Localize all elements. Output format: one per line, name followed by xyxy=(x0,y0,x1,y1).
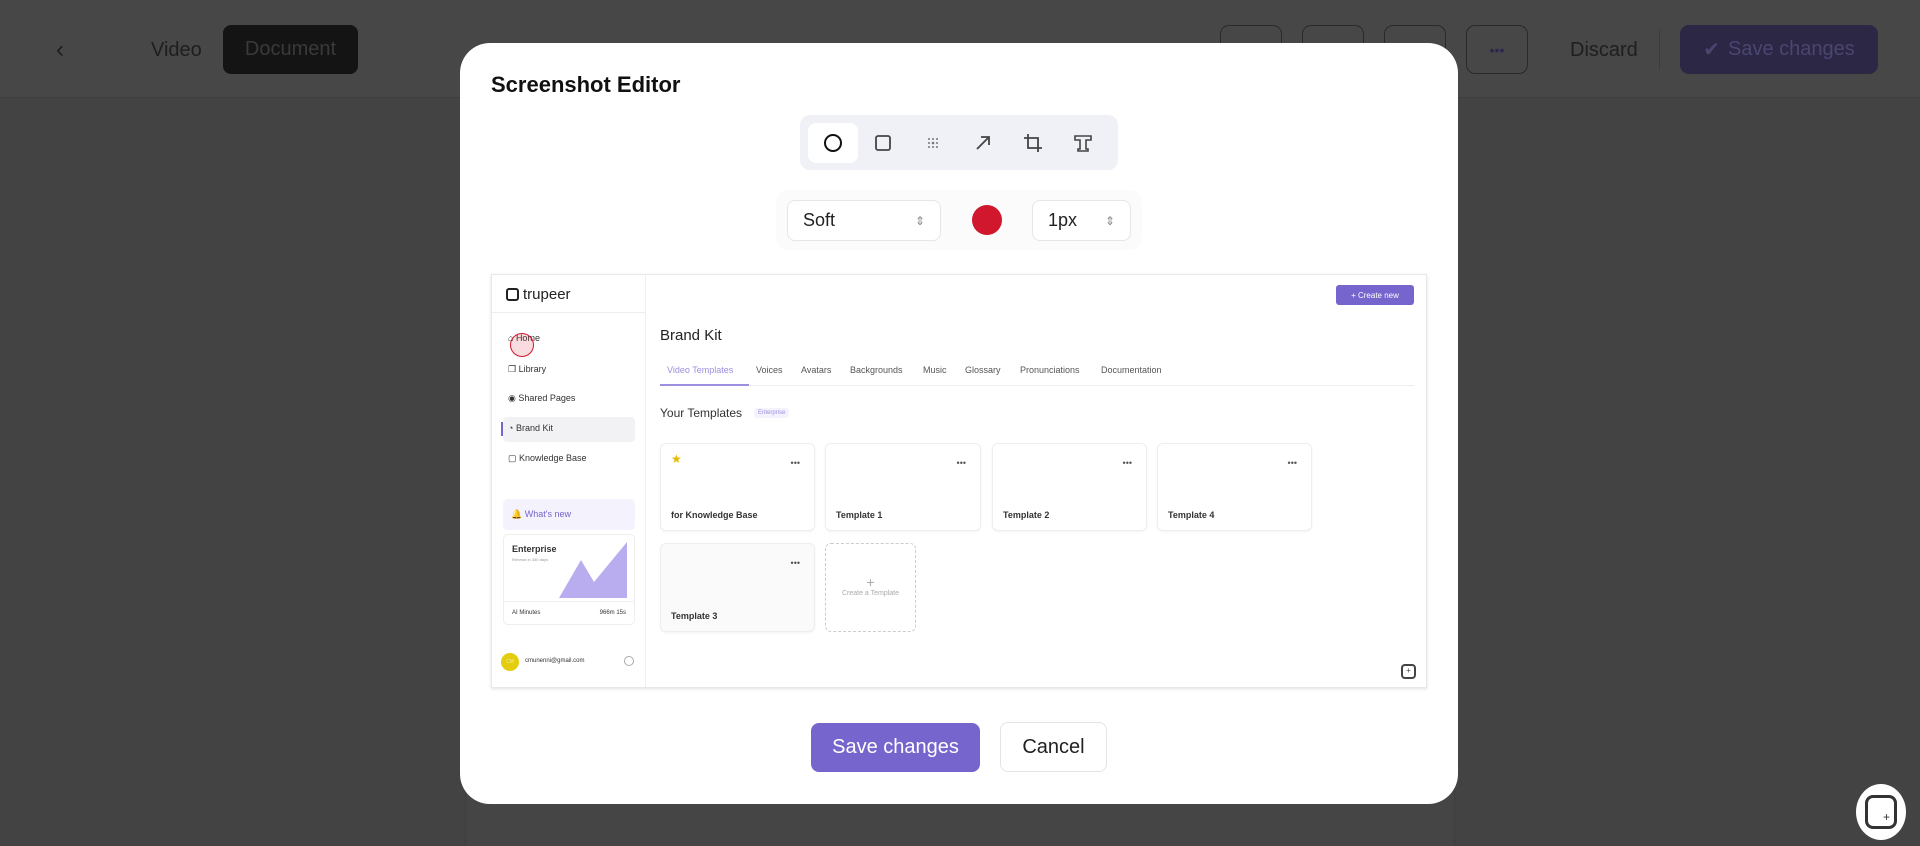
chevron-up-down-icon: ⇕ xyxy=(1104,213,1115,228)
create-template-label: Create a Template xyxy=(841,590,900,597)
tab-document[interactable]: Document xyxy=(223,25,358,74)
style-select-value: Soft xyxy=(803,210,836,230)
nav-label: Library xyxy=(518,364,547,374)
template-title: Template 2 xyxy=(1003,510,1050,520)
save-changes-button[interactable]: Save changes xyxy=(811,723,980,772)
sidebar-item-library[interactable]: ❐ Library xyxy=(508,364,546,375)
star-icon: ★ xyxy=(671,452,682,466)
page-title: Brand Kit xyxy=(660,327,722,344)
square-icon xyxy=(875,134,891,151)
nav-label: Shared Pages xyxy=(518,393,576,403)
sidebar: trupeer ⌂ Home ❐ Library ◉ Shared Pages … xyxy=(492,275,646,687)
nav-label: Brand Kit xyxy=(515,423,553,433)
plan-subtitle: Renews in 330 days xyxy=(512,557,549,562)
sidebar-item-brand-kit[interactable]: ◔ Brand Kit xyxy=(508,423,553,433)
tab-avatars[interactable]: Avatars xyxy=(801,365,831,375)
tab-pronunciations[interactable]: Pronunciations xyxy=(1020,365,1080,375)
more-horizontal-icon[interactable]: ••• xyxy=(1466,25,1528,74)
annotation-toolbar xyxy=(800,115,1118,170)
template-card[interactable]: ••• Template 1 xyxy=(825,443,981,531)
screenshot-canvas[interactable]: trupeer ⌂ Home ❐ Library ◉ Shared Pages … xyxy=(491,274,1427,688)
usage-chart xyxy=(559,542,627,598)
template-card[interactable]: ★ ••• for Knowledge Base xyxy=(660,443,815,531)
divider xyxy=(492,312,646,313)
rectangle-tool[interactable] xyxy=(858,123,908,163)
logo-icon xyxy=(506,288,519,301)
discard-button[interactable]: Discard xyxy=(1570,39,1638,62)
plan-card: Enterprise Renews in 330 days AI Minutes… xyxy=(503,534,635,625)
template-card[interactable]: ••• Template 3 xyxy=(660,543,815,632)
text-icon xyxy=(1074,134,1092,152)
section-title: Your Templates xyxy=(660,406,743,420)
create-template-card[interactable]: + Create a Template xyxy=(825,543,916,632)
avatar[interactable]: CM xyxy=(501,653,519,671)
template-card[interactable]: ••• Template 2 xyxy=(992,443,1147,531)
user-email: cmunenni@gmail.com xyxy=(525,658,585,664)
stroke-width-select[interactable]: 1px ⇕ xyxy=(1032,200,1131,241)
nav-label: Knowledge Base xyxy=(519,453,587,463)
logo: trupeer xyxy=(506,286,571,303)
more-icon[interactable]: ••• xyxy=(1288,458,1297,468)
template-card[interactable]: ••• Template 4 xyxy=(1157,443,1312,531)
cancel-button[interactable]: Cancel xyxy=(1000,722,1107,772)
tab-backgrounds[interactable]: Backgrounds xyxy=(850,365,903,375)
active-tab-underline xyxy=(660,384,749,386)
active-nav-indicator xyxy=(501,422,503,436)
capture-icon: + xyxy=(1865,795,1897,829)
more-icon[interactable]: ••• xyxy=(791,558,800,568)
template-title: Template 4 xyxy=(1168,510,1215,520)
tab-documentation[interactable]: Documentation xyxy=(1101,365,1162,375)
tab-video[interactable]: Video xyxy=(151,39,202,62)
modal-title: Screenshot Editor xyxy=(491,72,681,97)
logo-text: trupeer xyxy=(523,286,571,303)
whats-new-button[interactable]: 🔔 What's new xyxy=(503,499,635,530)
metric-label: AI Minutes xyxy=(512,610,541,616)
metric-value: 966m 15s xyxy=(599,610,626,616)
more-icon[interactable]: ••• xyxy=(791,458,800,468)
more-icon[interactable]: ••• xyxy=(957,458,966,468)
template-title: Template 1 xyxy=(836,510,883,520)
crop-tool[interactable] xyxy=(1008,123,1058,163)
tab-glossary[interactable]: Glossary xyxy=(965,365,1001,375)
chevron-up-down-icon: ⇕ xyxy=(914,213,925,228)
blur-tool[interactable] xyxy=(908,123,958,163)
divider xyxy=(504,601,634,602)
sidebar-item-knowledge-base[interactable]: ▢ Knowledge Base xyxy=(508,453,587,464)
plan-name: Enterprise xyxy=(512,544,557,554)
text-tool[interactable] xyxy=(1058,123,1108,163)
circle-tool[interactable] xyxy=(808,122,858,163)
color-picker[interactable] xyxy=(972,205,1002,235)
capture-icon[interactable]: + xyxy=(1401,664,1416,679)
tab-voices[interactable]: Voices xyxy=(756,365,783,375)
tabs-divider xyxy=(660,385,1414,386)
divider xyxy=(1659,30,1660,70)
template-title: Template 3 xyxy=(671,611,718,621)
arrow-tool[interactable] xyxy=(958,123,1008,163)
section-badge: Enterprise xyxy=(754,408,790,418)
red-circle-annotation[interactable] xyxy=(510,333,534,357)
tab-music[interactable]: Music xyxy=(923,365,947,375)
stroke-width-value: 1px xyxy=(1048,210,1078,230)
template-title: for Knowledge Base xyxy=(671,510,758,520)
blur-icon xyxy=(928,137,938,148)
create-new-button[interactable]: + Create new xyxy=(1336,285,1414,305)
arrow-icon xyxy=(976,135,990,150)
check-icon: ✔ xyxy=(1703,39,1720,61)
back-chevron-icon[interactable]: ‹ xyxy=(56,36,64,64)
tab-video-templates[interactable]: Video Templates xyxy=(667,365,733,375)
more-icon[interactable]: ••• xyxy=(1123,458,1132,468)
floating-capture-button[interactable]: + xyxy=(1856,784,1906,840)
settings-icon[interactable] xyxy=(624,656,634,666)
plus-icon: + xyxy=(866,574,875,590)
circle-icon xyxy=(824,133,842,152)
whats-new-label: What's new xyxy=(524,509,571,519)
top-save-changes-button[interactable]: ✔ Save changes xyxy=(1680,25,1878,74)
crop-icon xyxy=(1024,133,1042,152)
save-label: Save changes xyxy=(1728,38,1855,60)
style-select[interactable]: Soft ⇕ xyxy=(787,200,941,241)
sidebar-item-shared-pages[interactable]: ◉ Shared Pages xyxy=(508,393,575,404)
